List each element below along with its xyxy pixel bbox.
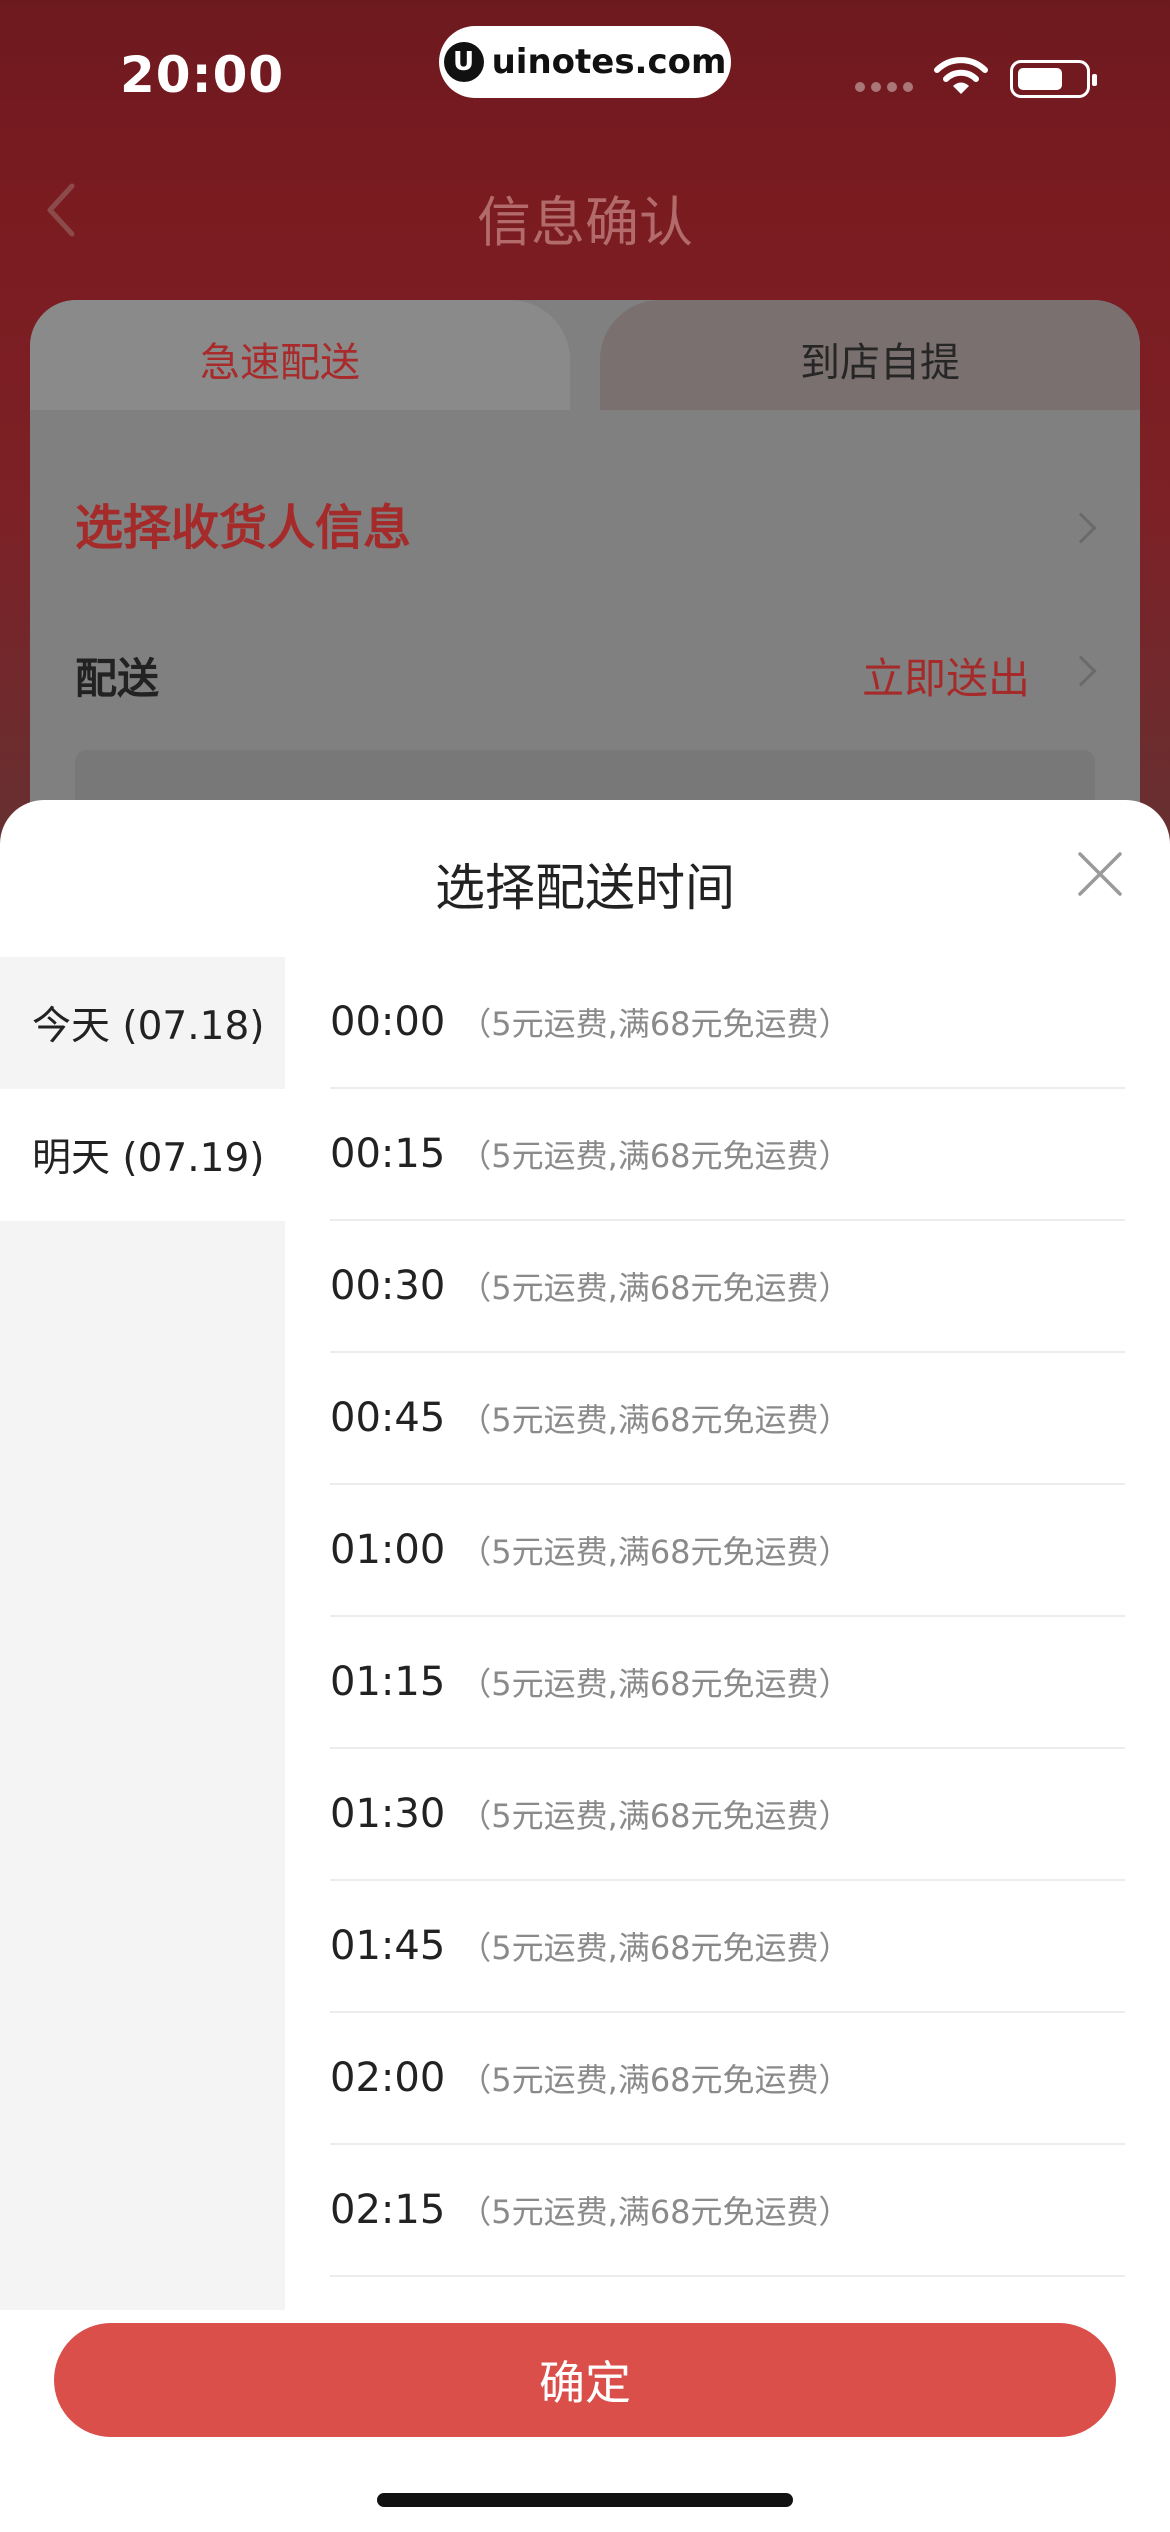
wifi-icon: [934, 57, 988, 94]
date-sidebar: 今天 (07.18) 明天 (07.19): [0, 957, 285, 2310]
slot-time: 00:30: [330, 1263, 446, 1309]
slot-note: （5元运费,满68元免运费）: [459, 1005, 851, 1043]
delivery-value[interactable]: 立即送出: [862, 645, 1030, 706]
time-slot[interactable]: 00:15 （5元运费,满68元免运费）: [330, 1089, 1125, 1221]
status-time: 20:00: [120, 46, 285, 104]
sheet-title: 选择配送时间: [435, 859, 735, 917]
slot-time: 01:15: [330, 1659, 446, 1705]
slot-time: 01:00: [330, 1527, 446, 1573]
date-item-today[interactable]: 今天 (07.18): [0, 957, 285, 1089]
time-slot[interactable]: 00:00 （5元运费,满68元免运费）: [330, 957, 1125, 1089]
page-title: 信息确认: [477, 191, 693, 254]
slot-time: 00:45: [330, 1395, 446, 1441]
time-slot[interactable]: 01:30 （5元运费,满68元免运费）: [330, 1749, 1125, 1881]
time-slot[interactable]: 02:00 （5元运费,满68元免运费）: [330, 2013, 1125, 2145]
slot-note: （5元运费,满68元免运费）: [459, 1797, 851, 1835]
slot-time: 01:45: [330, 1923, 446, 1969]
slot-note: （5元运费,满68元免运费）: [459, 1665, 851, 1703]
time-slot[interactable]: 01:15 （5元运费,满68元免运费）: [330, 1617, 1125, 1749]
slot-note: （5元运费,满68元免运费）: [459, 1401, 851, 1439]
time-slot[interactable]: 01:00 （5元运费,满68元免运费）: [330, 1485, 1125, 1617]
site-logo-icon: U: [443, 42, 484, 82]
time-slot[interactable]: 01:45 （5元运费,满68元免运费）: [330, 1881, 1125, 2013]
tab-express[interactable]: 急速配送: [200, 330, 360, 388]
tab-pickup[interactable]: 到店自提: [800, 330, 960, 388]
status-bar: 20:00 U uinotes.com: [0, 0, 1170, 150]
time-slot[interactable]: 00:45 （5元运费,满68元免运费）: [330, 1353, 1125, 1485]
close-icon[interactable]: [1070, 844, 1130, 904]
home-indicator: [377, 2493, 793, 2507]
confirm-button[interactable]: 确定: [54, 2323, 1116, 2437]
slot-time: 02:00: [330, 2055, 446, 2101]
date-item-tomorrow[interactable]: 明天 (07.19): [0, 1089, 285, 1221]
time-slot-list: 00:00 （5元运费,满68元免运费） 00:15 （5元运费,满68元免运费…: [330, 957, 1125, 2310]
time-slot[interactable]: 02:15 （5元运费,满68元免运费）: [330, 2145, 1125, 2277]
time-slot[interactable]: 00:30 （5元运费,满68元免运费）: [330, 1221, 1125, 1353]
slot-time: 01:30: [330, 1791, 446, 1837]
url-pill: U uinotes.com: [439, 26, 731, 98]
slot-note: （5元运费,满68元免运费）: [459, 1929, 851, 1967]
slot-time: 02:15: [330, 2187, 446, 2233]
slot-time: 00:15: [330, 1131, 446, 1177]
url-text: uinotes.com: [491, 42, 727, 82]
slot-note: （5元运费,满68元免运费）: [459, 1137, 851, 1175]
receiver-select[interactable]: 选择收货人信息: [75, 488, 411, 558]
delivery-time-sheet: 选择配送时间 今天 (07.18) 明天 (07.19) 00:00 （5元运费…: [0, 800, 1170, 2532]
slot-note: （5元运费,满68元免运费）: [459, 2061, 851, 2099]
signal-icon: [855, 82, 913, 92]
slot-time: 00:00: [330, 999, 446, 1045]
slot-note: （5元运费,满68元免运费）: [459, 2193, 851, 2231]
battery-icon: [1010, 60, 1097, 98]
slot-note: （5元运费,满68元免运费）: [459, 1533, 851, 1571]
delivery-label: 配送: [75, 654, 160, 703]
slot-note: （5元运费,满68元免运费）: [459, 1269, 851, 1307]
